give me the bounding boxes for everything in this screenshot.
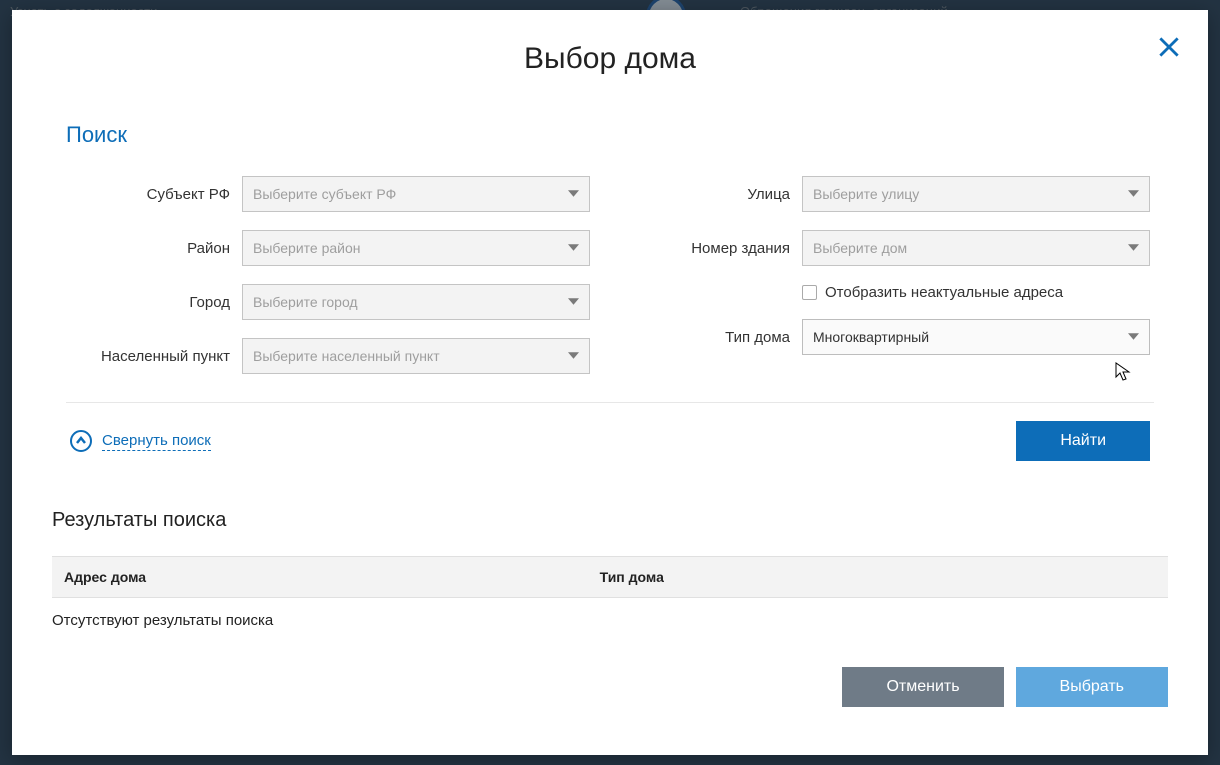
street-placeholder: Выберите улицу: [813, 186, 919, 202]
cancel-button[interactable]: Отменить: [842, 667, 1003, 707]
chevron-down-icon: [1128, 186, 1139, 202]
locality-label: Населенный пункт: [70, 348, 230, 365]
house-type-select[interactable]: Многоквартирный: [802, 319, 1150, 355]
chevron-down-icon: [568, 348, 579, 364]
building-no-select[interactable]: Выберите дом: [802, 230, 1150, 266]
street-label: Улица: [630, 186, 790, 203]
district-placeholder: Выберите район: [253, 240, 361, 256]
subject-placeholder: Выберите субъект РФ: [253, 186, 396, 202]
chevron-down-icon: [568, 294, 579, 310]
search-button[interactable]: Найти: [1016, 421, 1150, 461]
modal-house-select: Выбор дома Поиск Субъект РФ Выберите суб…: [12, 10, 1208, 755]
form-col-left: Субъект РФ Выберите субъект РФ Район Выб…: [70, 176, 590, 374]
field-show-inactive: Отобразить неактуальные адреса: [802, 284, 1150, 301]
col-type: Тип дома: [588, 557, 1044, 598]
footer-actions: Отменить Выбрать: [52, 667, 1168, 707]
locality-placeholder: Выберите населенный пункт: [253, 348, 440, 364]
field-street: Улица Выберите улицу: [630, 176, 1150, 212]
chevron-down-icon: [1128, 240, 1139, 256]
col-address: Адрес дома: [52, 557, 588, 598]
results-table: Адрес дома Тип дома Отсутствуют результа…: [52, 556, 1168, 643]
field-locality: Населенный пункт Выберите населенный пун…: [70, 338, 590, 374]
form-col-right: Улица Выберите улицу Номер здания Выбери…: [630, 176, 1150, 374]
modal-title: Выбор дома: [52, 42, 1168, 76]
col-actions: [1044, 557, 1168, 598]
city-select[interactable]: Выберите город: [242, 284, 590, 320]
field-district: Район Выберите район: [70, 230, 590, 266]
close-button[interactable]: [1156, 34, 1182, 65]
chevron-up-circle-icon: [70, 430, 92, 452]
district-label: Район: [70, 240, 230, 257]
empty-results-text: Отсутствуют результаты поиска: [52, 598, 1168, 644]
close-icon: [1156, 47, 1182, 64]
chevron-down-icon: [1128, 329, 1139, 345]
empty-results-row: Отсутствуют результаты поиска: [52, 598, 1168, 644]
house-type-label: Тип дома: [630, 329, 790, 346]
subject-label: Субъект РФ: [70, 186, 230, 203]
search-form: Субъект РФ Выберите субъект РФ Район Выб…: [52, 176, 1168, 374]
search-section-title: Поиск: [66, 122, 1168, 148]
collapse-search-label: Свернуть поиск: [102, 432, 211, 451]
building-no-label: Номер здания: [630, 240, 790, 257]
building-no-placeholder: Выберите дом: [813, 240, 907, 256]
city-placeholder: Выберите город: [253, 294, 358, 310]
results-title: Результаты поиска: [52, 509, 1168, 532]
city-label: Город: [70, 294, 230, 311]
locality-select[interactable]: Выберите населенный пункт: [242, 338, 590, 374]
select-button[interactable]: Выбрать: [1016, 667, 1168, 707]
street-select[interactable]: Выберите улицу: [802, 176, 1150, 212]
field-subject: Субъект РФ Выберите субъект РФ: [70, 176, 590, 212]
show-inactive-label: Отобразить неактуальные адреса: [825, 284, 1063, 301]
divider: [66, 402, 1154, 403]
subject-select[interactable]: Выберите субъект РФ: [242, 176, 590, 212]
house-type-value: Многоквартирный: [813, 329, 929, 345]
show-inactive-checkbox[interactable]: [802, 285, 817, 300]
district-select[interactable]: Выберите район: [242, 230, 590, 266]
field-house-type: Тип дома Многоквартирный: [630, 319, 1150, 355]
chevron-down-icon: [568, 240, 579, 256]
collapse-search-link[interactable]: Свернуть поиск: [70, 430, 211, 452]
chevron-down-icon: [568, 186, 579, 202]
search-actions: Свернуть поиск Найти: [52, 421, 1168, 461]
field-building-no: Номер здания Выберите дом: [630, 230, 1150, 266]
field-city: Город Выберите город: [70, 284, 590, 320]
